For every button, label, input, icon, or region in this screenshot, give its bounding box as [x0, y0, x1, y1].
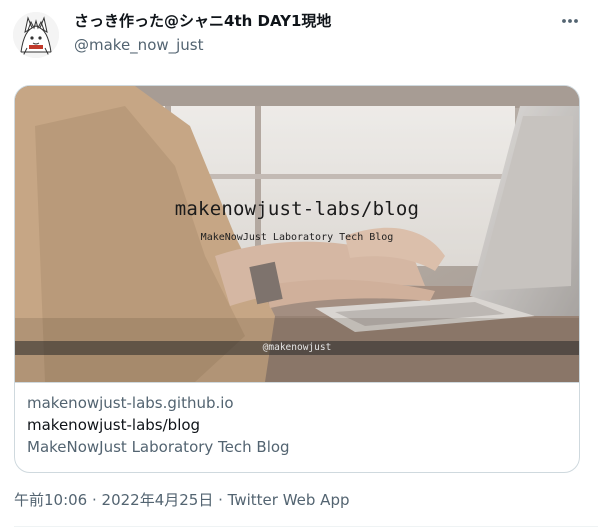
author-names: さっき作った@シャニ4th DAY1現地 @make_now_just	[74, 11, 331, 55]
card-image[interactable]: makenowjust-labs/blog MakeNowJust Labora…	[15, 86, 579, 383]
card-description: MakeNowJust Laboratory Tech Blog	[27, 438, 290, 456]
more-horizontal-icon	[562, 19, 578, 23]
tweet-source[interactable]: Twitter Web App	[228, 491, 350, 509]
more-options-button[interactable]	[557, 11, 583, 31]
card-domain: makenowjust-labs.github.io	[27, 394, 234, 412]
tweet-time[interactable]: 午前10:06	[14, 491, 87, 509]
tweet: さっき作った@シャニ4th DAY1現地 @make_now_just make…	[0, 0, 598, 531]
meta-separator-2: ·	[213, 491, 228, 509]
card-body[interactable]: makenowjust-labs.github.io makenowjust-l…	[15, 383, 579, 457]
divider	[14, 526, 598, 527]
display-name[interactable]: さっき作った@シャニ4th DAY1現地	[74, 11, 331, 31]
tweet-header: さっき作った@シャニ4th DAY1現地 @make_now_just	[13, 9, 585, 58]
card-title: makenowjust-labs/blog	[27, 416, 201, 434]
meta-separator: ·	[87, 491, 102, 509]
avatar-illustration-icon	[13, 12, 59, 58]
user-handle[interactable]: @make_now_just	[74, 35, 331, 55]
avatar[interactable]	[13, 12, 59, 58]
card-image-subtitle: MakeNowJust Laboratory Tech Blog	[200, 232, 394, 243]
card-image-title: makenowjust-labs/blog	[174, 198, 420, 220]
card-image-credit: @makenowjust	[15, 341, 579, 355]
link-card[interactable]: makenowjust-labs/blog MakeNowJust Labora…	[14, 85, 580, 473]
tweet-meta: 午前10:06 · 2022年4月25日 · Twitter Web App	[14, 490, 350, 510]
tweet-date[interactable]: 2022年4月25日	[102, 491, 214, 509]
